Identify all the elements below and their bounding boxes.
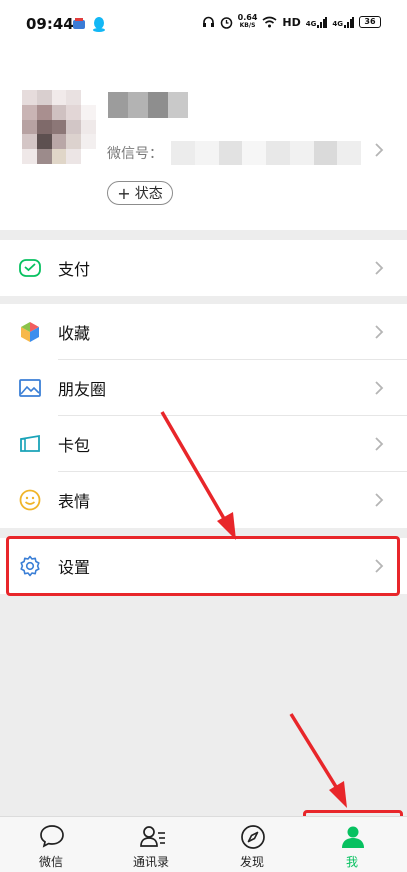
status-time: 09:44 [26,15,74,33]
settings-highlight-box [6,536,400,596]
notification-icons [72,16,106,32]
menu-item-label: 卡包 [58,436,91,455]
tab-chats[interactable]: 微信 [11,817,91,872]
add-status-button[interactable]: + 状态 [107,181,173,205]
plus-icon: + [117,183,131,203]
tab-label: 发现 [239,855,264,869]
menu-item-label: 朋友圈 [58,380,107,399]
app-notification-icon [73,18,85,29]
profile-header[interactable]: 微信号： + 状态 [0,48,407,230]
hd-label: HD [282,15,301,29]
me-person-icon [342,826,364,848]
menu-item-label: 收藏 [58,324,91,343]
status-button-label: 状态 [134,186,163,202]
contacts-icon [140,826,165,847]
tab-discover[interactable]: 发现 [212,817,292,872]
qq-icon [93,17,105,32]
net-speed-value: 0.64 [237,13,258,22]
tab-label: 我 [345,855,358,869]
avatar[interactable] [22,90,96,164]
alarm-icon [220,16,232,29]
card-wallet-icon [20,434,40,452]
chat-bubble-icon [40,825,64,848]
chevron-right-icon [375,493,384,507]
menu-item-card-wallet[interactable]: 卡包 [0,416,407,472]
chevron-right-icon [375,325,384,339]
network-speed: 0.64 KB/S [238,14,258,30]
wechat-id-label: 微信号： [107,146,163,162]
wechat-id-row: 微信号： [107,141,361,165]
signal-bars-icon [344,16,354,28]
signal-2: 4G [332,16,354,28]
signal-1: 4G [306,16,328,28]
menu-group-pay: 支付 [0,240,407,296]
nickname-blurred [108,92,188,118]
moments-picture-icon [19,379,41,397]
tab-me[interactable]: 我 [312,817,392,872]
compass-icon [241,825,265,849]
menu-item-label: 表情 [58,492,91,511]
tab-contacts[interactable]: 通讯录 [111,817,191,872]
menu-item-label: 支付 [58,260,91,279]
wifi-icon [262,16,277,28]
wechat-pay-icon [19,259,41,277]
chevron-right-icon [375,437,384,451]
menu-item-favorites[interactable]: 收藏 [0,304,407,360]
tab-label: 微信 [38,855,63,869]
arrow-to-me-tab [289,713,340,791]
signal-bars-icon [317,16,328,28]
menu-item-pay[interactable]: 支付 [0,240,407,296]
net-speed-unit: KB/S [239,22,256,29]
status-bar: 09:44 0.64 KB/S HD 4G 4G 36 [0,0,407,48]
chevron-right-icon [375,143,384,157]
headphones-icon [202,16,214,27]
menu-item-moments[interactable]: 朋友圈 [0,360,407,416]
wechat-id-blurred [171,141,361,165]
chevron-right-icon [375,261,384,275]
favorites-cube-icon [21,322,39,342]
menu-group-main: 收藏 朋友圈 卡包 表情 [0,304,407,528]
status-indicators: 0.64 KB/S HD 4G 4G 36 [202,14,381,30]
arrowhead-me-tab [329,781,347,808]
battery-indicator: 36 [359,16,381,28]
sticker-smile-icon [19,489,41,511]
menu-item-stickers[interactable]: 表情 [0,472,407,528]
chevron-right-icon [375,381,384,395]
tab-label: 通讯录 [132,855,169,869]
bottom-tab-bar: 微信 通讯录 发现 我 [0,816,407,872]
